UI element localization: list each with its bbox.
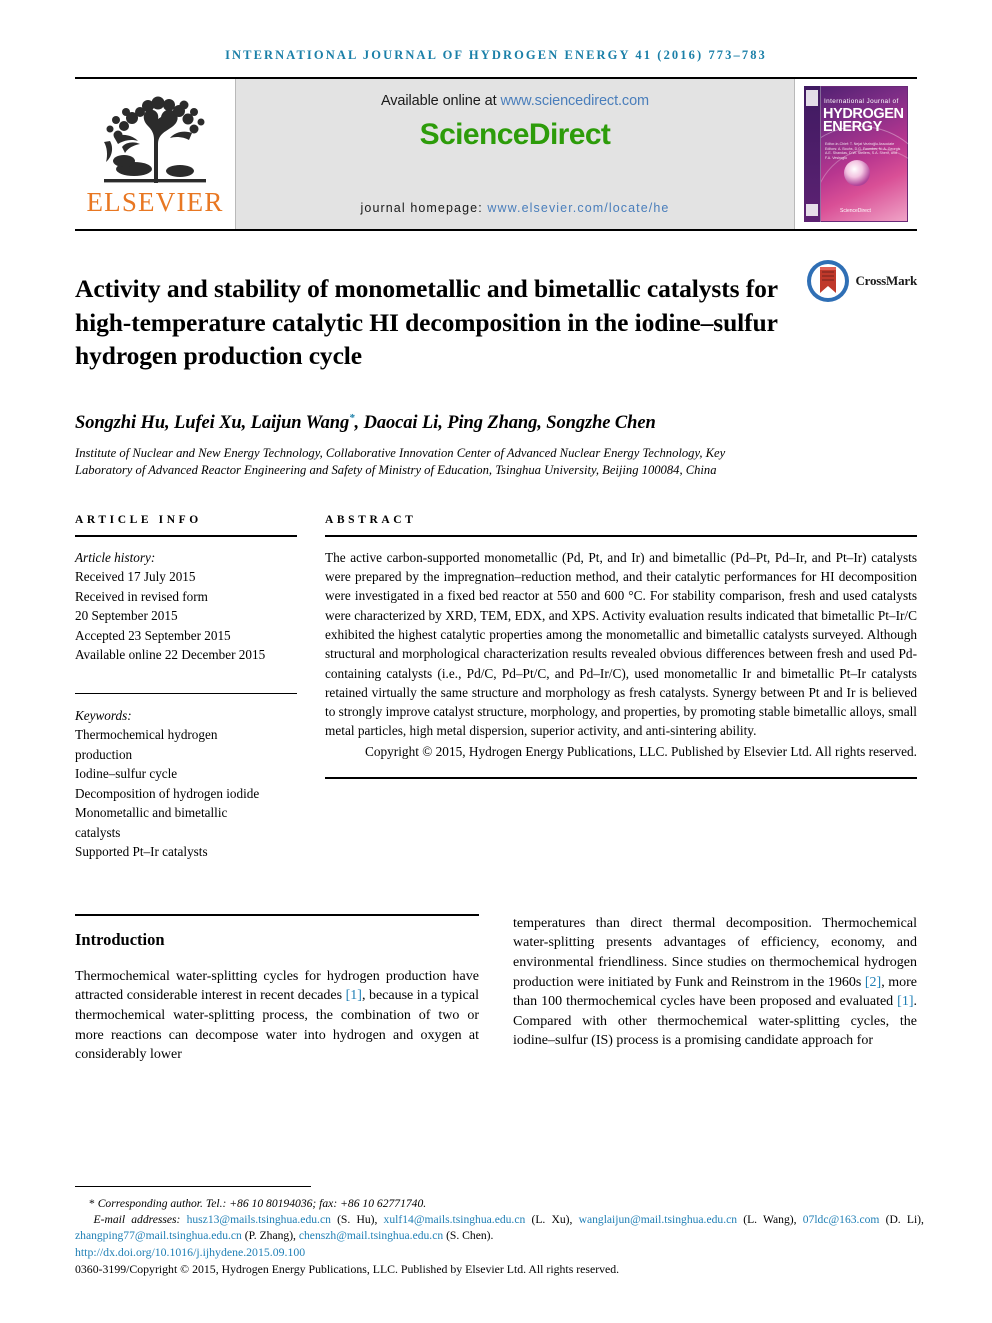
email-link-3[interactable]: 07ldc@163.com (803, 1213, 880, 1226)
corresponding-author-text: Corresponding author. Tel.: +86 10 80194… (97, 1196, 427, 1210)
crossmark-label: CrossMark (855, 273, 917, 288)
keywords-list: Keywords: Thermochemical hydrogen produc… (75, 706, 297, 862)
email-link-5[interactable]: chenszh@mail.tsinghua.edu.cn (299, 1229, 443, 1242)
corresponding-star: * (89, 1196, 95, 1210)
keyword-3: Decomposition of hydrogen iodide (75, 785, 260, 801)
journal-cover-image: International Journal of HYDROGEN ENERGY… (804, 86, 908, 222)
keywords-block: Keywords: Thermochemical hydrogen produc… (75, 692, 297, 862)
footer-rule (75, 1185, 311, 1187)
journal-homepage-line: journal homepage: www.elsevier.com/locat… (236, 201, 794, 215)
keywords-label: Keywords: (75, 707, 132, 723)
title-row: Activity and stability of monometallic a… (75, 255, 917, 390)
authors-main: Songzhi Hu, Lufei Xu, Laijun Wang (75, 412, 350, 433)
keyword-5: catalysts (75, 824, 121, 840)
abstract-text: The active carbon-supported monometallic… (325, 548, 917, 761)
history-item-4: Available online 22 December 2015 (75, 647, 266, 663)
sciencedirect-logo: ScienceDirect (419, 118, 611, 151)
cover-title-large: HYDROGEN ENERGY (823, 107, 905, 135)
body-top-rule-left (75, 913, 479, 916)
reference-link-3[interactable]: [1] (897, 994, 913, 1009)
article-info-heading: ARTICLE INFO (75, 513, 202, 526)
cover-orb-graphic (844, 160, 870, 186)
reference-link-2[interactable]: [2] (865, 975, 881, 990)
keywords-rule (75, 692, 297, 694)
author-list: Songzhi Hu, Lufei Xu, Laijun Wang*, Daoc… (75, 412, 917, 434)
info-abstract-region: ARTICLE INFO Article history: Received 1… (75, 514, 917, 862)
article-history-label: Article history: (75, 549, 156, 565)
article-info-rule (75, 534, 297, 537)
sciencedirect-url[interactable]: www.sciencedirect.com (500, 93, 649, 109)
issn-copyright-line: 0360-3199/Copyright © 2015, Hydrogen Ene… (75, 1262, 620, 1276)
keyword-0: Thermochemical hydrogen (75, 727, 218, 743)
cover-left-strip (804, 86, 821, 222)
email-person-3: (D. Li), (885, 1213, 924, 1226)
abstract-bottom-rule (325, 777, 917, 780)
doi-link[interactable]: http://dx.doi.org/10.1016/j.ijhydene.201… (75, 1245, 924, 1260)
article-history: Article history: Received 17 July 2015 R… (75, 548, 297, 665)
page-footer: * Corresponding author. Tel.: +86 10 801… (75, 1185, 924, 1278)
abstract-heading: ABSTRACT (325, 513, 417, 526)
email-addresses-note: E-mail addresses: husz13@mails.tsinghua.… (75, 1212, 924, 1243)
reference-link-1[interactable]: [1] (346, 988, 362, 1003)
email-person-2: (L. Wang), (743, 1213, 797, 1226)
author-affiliation: Institute of Nuclear and New Energy Tech… (75, 445, 726, 478)
cover-title-line2: ENERGY (823, 119, 882, 135)
cover-editors-text: Editor-in-Chief: T. Nejat Veziroğlu Asso… (825, 142, 901, 160)
email-link-2[interactable]: wanglaijun@mail.tsinghua.edu.cn (579, 1213, 737, 1226)
email-link-0[interactable]: husz13@mails.tsinghua.edu.cn (187, 1213, 331, 1226)
introduction-paragraph-left: Thermochemical water-splitting cycles fo… (75, 967, 479, 1065)
keyword-4: Monometallic and bimetallic (75, 805, 228, 821)
article-first-page: International Journal of Hydrogen Energy… (0, 0, 992, 1323)
abstract-rule (325, 534, 917, 537)
introduction-paragraph-right: temperatures than direct thermal decompo… (513, 914, 917, 1051)
keyword-2: Iodine–sulfur cycle (75, 766, 178, 782)
history-item-0: Received 17 July 2015 (75, 569, 196, 585)
sciencedirect-banner: Available online at www.sciencedirect.co… (235, 79, 795, 229)
email-person-4: (P. Zhang), (244, 1228, 296, 1242)
abstract-copyright: Copyright © 2015, Hydrogen Energy Public… (364, 743, 917, 759)
body-column-left: Introduction Thermochemical water-splitt… (75, 913, 479, 1079)
body-column-right: temperatures than direct thermal decompo… (513, 914, 917, 1079)
journal-homepage-url[interactable]: www.elsevier.com/locate/he (487, 201, 669, 215)
history-item-3: Accepted 23 September 2015 (75, 627, 231, 643)
cover-ijhe-icon (806, 204, 818, 216)
journal-masthead: ELSEVIER Available online at www.science… (75, 77, 917, 231)
history-item-1: Received in revised form (75, 588, 208, 604)
authors-remainder: , Daocai Li, Ping Zhang, Songzhe Chen (354, 412, 656, 433)
corresponding-author-note: * Corresponding author. Tel.: +86 10 801… (75, 1196, 924, 1212)
elsevier-wordmark: ELSEVIER (86, 186, 224, 217)
keyword-1: production (75, 746, 133, 762)
abstract-column: ABSTRACT The active carbon-supported mon… (325, 514, 917, 862)
history-item-2: 20 September 2015 (75, 608, 178, 624)
email-person-5: (S. Chen). (446, 1228, 494, 1242)
email-link-4[interactable]: zhangping77@mail.tsinghua.edu.cn (75, 1229, 242, 1242)
cover-sciencedirect-mark: ScienceDirect (840, 208, 871, 214)
available-online-line: Available online at www.sciencedirect.co… (381, 93, 649, 109)
email-person-0: (S. Hu), (337, 1213, 378, 1226)
intro-text-c: temperatures than direct thermal decompo… (513, 915, 917, 990)
journal-cover-block: International Journal of HYDROGEN ENERGY… (795, 79, 917, 229)
crossmark-badge[interactable]: CrossMark (799, 255, 917, 390)
available-online-label: Available online at (380, 93, 501, 109)
email-link-1[interactable]: xulf14@mails.tsinghua.edu.cn (384, 1213, 526, 1226)
keyword-6: Supported Pt–Ir catalysts (75, 844, 208, 860)
article-info-column: ARTICLE INFO Article history: Received 1… (75, 514, 325, 862)
running-head: International Journal of Hydrogen Energy… (225, 48, 767, 62)
abstract-body: The active carbon-supported monometallic… (325, 549, 917, 739)
introduction-heading: Introduction (75, 929, 165, 949)
journal-homepage-label: journal homepage: (360, 201, 488, 215)
elsevier-logo-block: ELSEVIER (75, 79, 235, 229)
crossmark-icon (807, 260, 850, 302)
introduction-section: Introduction Thermochemical water-splitt… (75, 913, 917, 1079)
email-person-1: (L. Xu), (531, 1213, 573, 1226)
page-title: Activity and stability of monometallic a… (75, 274, 778, 371)
email-addresses-label: E-mail addresses: (93, 1213, 181, 1226)
cover-elsevier-icon (806, 90, 818, 106)
cover-title-small: International Journal of (824, 98, 899, 105)
elsevier-tree-icon (104, 96, 206, 183)
